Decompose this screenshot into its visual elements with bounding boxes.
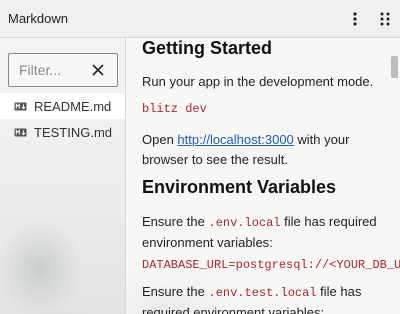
file-item-readme[interactable]: README.md	[0, 93, 125, 119]
filter-input[interactable]	[19, 62, 95, 78]
file-name: TESTING.md	[34, 124, 113, 140]
content-scrollbar[interactable]	[390, 38, 400, 314]
paragraph-env-test-local: Ensure the .env.test.local file has requ…	[142, 282, 388, 314]
text-p1-prefix: Ensure the	[142, 214, 209, 229]
drag-grip-icon	[380, 12, 390, 25]
file-list: README.md TESTING.md	[0, 93, 125, 145]
heading-environment-variables: Environment Variables	[142, 177, 337, 197]
title-bar: Markdown	[0, 0, 400, 38]
sidebar: README.md TESTING.md	[0, 38, 126, 314]
window-title: Markdown	[8, 11, 68, 26]
text-p2-prefix: Ensure the	[142, 284, 209, 299]
markdown-window: Markdown Filter... README.md TESTING.md …	[0, 0, 400, 314]
kebab-menu-button[interactable]	[340, 0, 370, 38]
paragraph-env-local: Ensure the .env.local file has required …	[142, 212, 388, 253]
file-item-testing[interactable]: TESTING.md	[0, 119, 125, 145]
filter-box	[8, 53, 118, 87]
inline-code-env-test-local: .env.test.local	[208, 286, 317, 300]
paragraph-open-localhost: Open http://localhost:3000 with your bro…	[142, 130, 388, 170]
code-database-url: DATABASE_URL=postgresql://<YOUR_DB_USE	[142, 258, 400, 272]
markdown-file-icon	[14, 128, 27, 137]
markdown-file-icon	[14, 102, 27, 111]
heading-getting-started: Getting Started	[142, 38, 273, 58]
localhost-link[interactable]: http://localhost:3000	[177, 132, 293, 147]
scrollbar-thumb[interactable]	[391, 56, 398, 78]
file-name: README.md	[34, 98, 112, 114]
paragraph-run-app: Run your app in the development mode.	[142, 74, 374, 89]
kebab-menu-icon	[353, 11, 357, 26]
markdown-preview: Getting Started Run your app in the deve…	[126, 38, 400, 314]
drag-handle-button[interactable]	[370, 0, 400, 38]
code-blitz-dev: blitz dev	[142, 102, 207, 116]
inline-code-env-local: .env.local	[208, 216, 281, 230]
text-open-prefix: Open	[142, 132, 178, 147]
clear-filter-icon[interactable]	[91, 63, 105, 77]
